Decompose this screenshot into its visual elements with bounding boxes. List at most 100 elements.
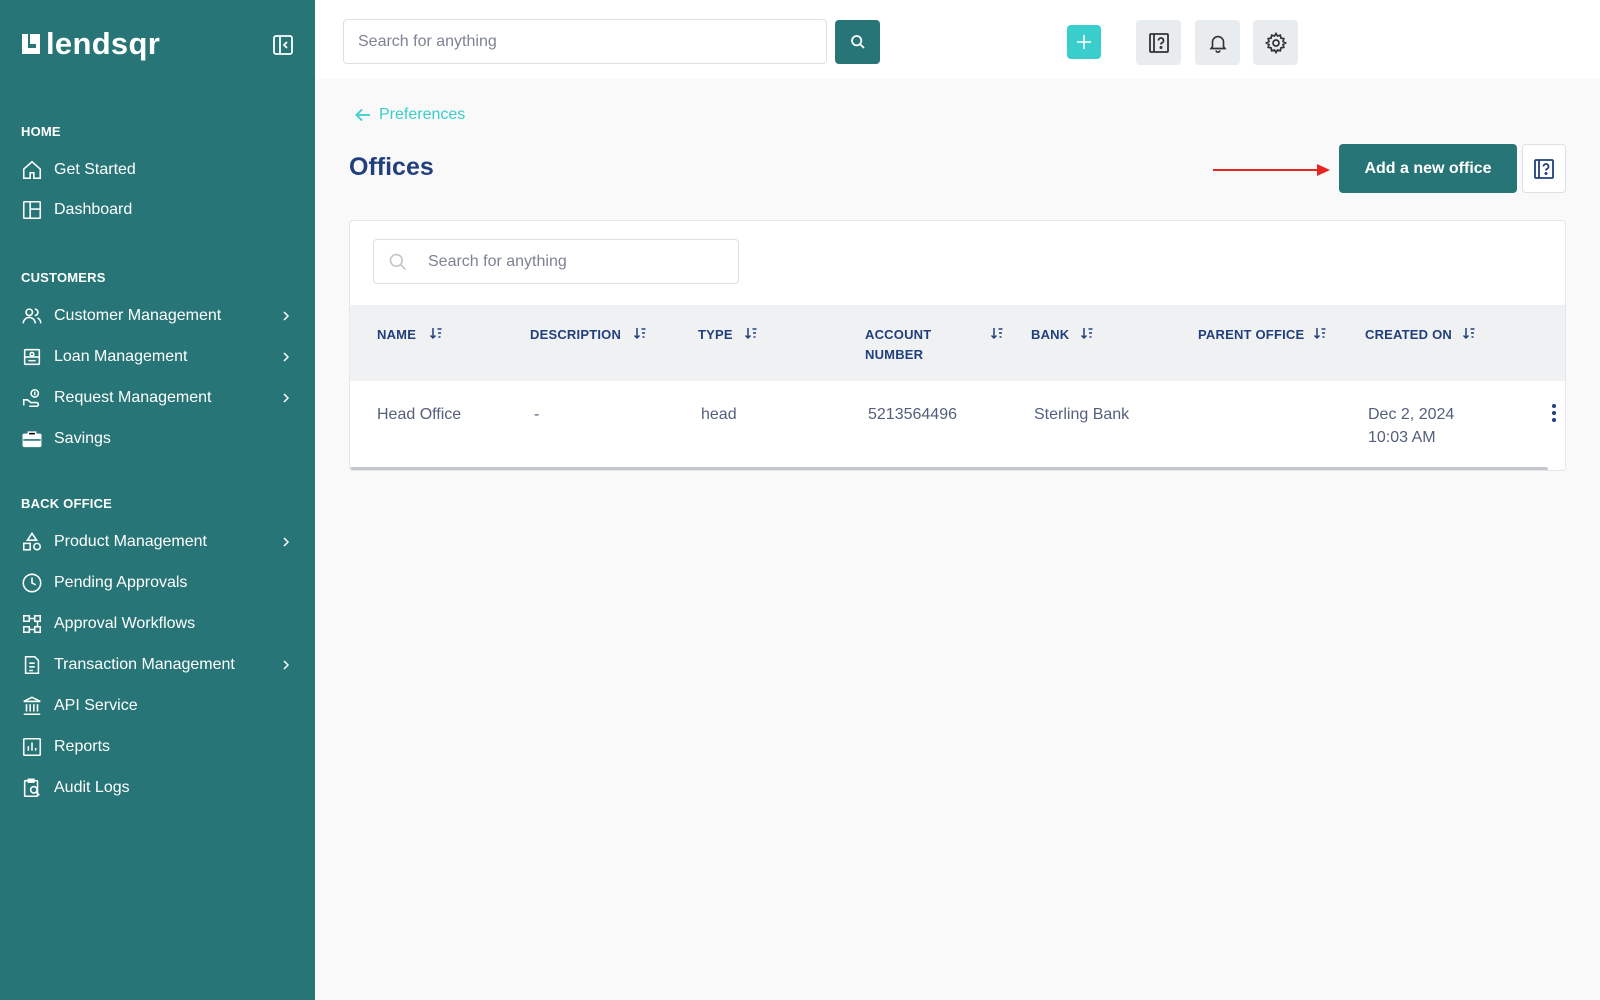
sidebar-item-get-started[interactable]: Get Started bbox=[0, 152, 315, 188]
brand-logo[interactable]: lendsqr bbox=[20, 26, 160, 62]
sidebar-item-approval-workflows[interactable]: Approval Workflows bbox=[0, 606, 315, 642]
sidebar-item-label: Customer Management bbox=[54, 307, 222, 324]
column-header-account-number[interactable]: ACCOUNT NUMBER bbox=[865, 325, 931, 365]
created-on-time: 10:03 AM bbox=[1368, 429, 1436, 446]
settings-button[interactable] bbox=[1253, 20, 1298, 65]
column-header-parent-office[interactable]: PARENT OFFICE bbox=[1198, 325, 1304, 345]
sidebar-item-loan-management[interactable]: Loan Management bbox=[0, 339, 315, 375]
column-header-label: CREATED ON bbox=[1365, 327, 1452, 342]
sidebar-item-label: Savings bbox=[54, 430, 111, 447]
offices-table-card: NAME DESCRIPTION TYPE ACCOUNT NUMBER BANK PARE… bbox=[349, 220, 1566, 471]
lendsqr-logo-icon bbox=[22, 34, 40, 54]
page-title: Offices bbox=[349, 153, 434, 181]
column-header-type[interactable]: TYPE bbox=[698, 325, 733, 345]
transaction-icon bbox=[24, 655, 40, 675]
collapse-sidebar-icon[interactable] bbox=[271, 33, 295, 57]
cell-bank: Sterling Bank bbox=[1034, 406, 1130, 423]
help-book-icon bbox=[1534, 158, 1554, 179]
bank-icon bbox=[23, 696, 41, 716]
chevron-right-icon bbox=[283, 352, 290, 362]
chart-icon bbox=[22, 737, 42, 757]
cell-account-number: 5213564496 bbox=[868, 406, 957, 423]
cell-name: Head Office bbox=[377, 406, 462, 423]
plus-icon bbox=[1077, 35, 1091, 49]
horizontal-scrollbar[interactable] bbox=[350, 467, 1548, 470]
sort-icon[interactable] bbox=[1080, 326, 1094, 340]
workflow-icon bbox=[22, 614, 42, 634]
column-header-label: DESCRIPTION bbox=[530, 327, 622, 342]
column-header-bank[interactable]: BANK bbox=[1031, 325, 1069, 345]
global-search-input[interactable] bbox=[343, 19, 827, 64]
column-header-description[interactable]: DESCRIPTION bbox=[530, 325, 621, 345]
table-row[interactable]: Head Office - head 5213564496 Sterling B… bbox=[350, 381, 1565, 467]
sidebar-item-savings[interactable]: Savings bbox=[0, 421, 315, 457]
column-header-label: PARENT OFFICE bbox=[1198, 327, 1305, 342]
column-header-label-line2: NUMBER bbox=[865, 347, 924, 362]
clock-icon bbox=[22, 573, 42, 593]
request-icon bbox=[22, 388, 40, 408]
gear-icon bbox=[1264, 31, 1287, 54]
home-icon bbox=[22, 160, 42, 180]
sort-icon[interactable] bbox=[744, 326, 758, 340]
row-actions-kebab-icon[interactable] bbox=[1550, 402, 1558, 424]
chevron-right-icon bbox=[283, 311, 290, 321]
column-header-name[interactable]: NAME bbox=[377, 325, 416, 345]
sidebar-item-label: Audit Logs bbox=[54, 779, 130, 796]
column-header-label: NAME bbox=[377, 327, 417, 342]
sidebar-item-dashboard[interactable]: Dashboard bbox=[0, 192, 315, 228]
sidebar-item-reports[interactable]: Reports bbox=[0, 729, 315, 765]
topbar bbox=[315, 0, 1600, 79]
sidebar-item-api-service[interactable]: API Service bbox=[0, 688, 315, 724]
chevron-right-icon bbox=[283, 660, 290, 670]
cell-created-on: Dec 2, 2024 10:03 AM bbox=[1368, 403, 1454, 449]
chevron-right-icon bbox=[283, 393, 290, 403]
chevron-right-icon bbox=[283, 537, 290, 547]
sidebar-item-transaction-management[interactable]: Transaction Management bbox=[0, 647, 315, 683]
quick-add-button[interactable] bbox=[1067, 25, 1101, 59]
section-title-customers: CUSTOMERS bbox=[21, 270, 106, 285]
sidebar-item-label: Request Management bbox=[54, 389, 212, 406]
column-header-label: BANK bbox=[1031, 327, 1070, 342]
table-search bbox=[373, 239, 739, 284]
sidebar-item-label: Transaction Management bbox=[54, 656, 235, 673]
sidebar-item-label: Loan Management bbox=[54, 348, 188, 365]
sort-icon[interactable] bbox=[1313, 326, 1327, 340]
column-header-label: TYPE bbox=[698, 327, 733, 342]
table-header: NAME DESCRIPTION TYPE ACCOUNT NUMBER BANK PARE… bbox=[350, 305, 1565, 381]
sidebar-item-pending-approvals[interactable]: Pending Approvals bbox=[0, 565, 315, 601]
arrow-left-icon bbox=[355, 108, 370, 122]
global-search-button[interactable] bbox=[835, 20, 880, 64]
sidebar-item-audit-logs[interactable]: Audit Logs bbox=[0, 770, 315, 806]
audit-icon bbox=[23, 778, 40, 798]
section-title-back-office: BACK OFFICE bbox=[21, 496, 113, 511]
back-to-preferences-link[interactable]: Preferences bbox=[355, 106, 465, 124]
sidebar-item-label: Approval Workflows bbox=[54, 615, 196, 632]
sidebar-item-product-management[interactable]: Product Management bbox=[0, 524, 315, 560]
sidebar-item-request-management[interactable]: Request Management bbox=[0, 380, 315, 416]
users-icon bbox=[22, 308, 42, 324]
sidebar-item-label: Reports bbox=[54, 738, 111, 755]
annotation-arrow-icon bbox=[1213, 164, 1330, 176]
table-search-input[interactable] bbox=[374, 240, 738, 283]
bell-icon bbox=[1208, 35, 1227, 53]
sort-icon[interactable] bbox=[1462, 326, 1476, 340]
sidebar-item-label: Dashboard bbox=[54, 201, 133, 218]
notifications-button[interactable] bbox=[1195, 20, 1240, 65]
sidebar-item-label: Product Management bbox=[54, 533, 207, 550]
help-docs-button[interactable] bbox=[1136, 20, 1181, 65]
add-new-office-button[interactable]: Add a new office bbox=[1339, 144, 1517, 193]
sidebar-item-label: Pending Approvals bbox=[54, 574, 188, 591]
loan-icon bbox=[23, 348, 41, 366]
sort-icon[interactable] bbox=[633, 326, 647, 340]
briefcase-icon bbox=[22, 431, 42, 448]
column-header-label: ACCOUNT bbox=[865, 327, 932, 342]
column-header-created-on[interactable]: CREATED ON bbox=[1365, 325, 1452, 345]
sort-icon[interactable] bbox=[990, 326, 1004, 340]
brand-name: lendsqr bbox=[46, 26, 161, 61]
sidebar: lendsqr HOME Get Started Dashboard CUSTOMER… bbox=[0, 0, 315, 1000]
sidebar-item-customer-management[interactable]: Customer Management bbox=[0, 298, 315, 334]
sort-icon[interactable] bbox=[429, 326, 443, 340]
back-link-label: Preferences bbox=[379, 106, 466, 123]
page-help-button[interactable] bbox=[1522, 144, 1566, 193]
section-title-home: HOME bbox=[21, 124, 61, 139]
